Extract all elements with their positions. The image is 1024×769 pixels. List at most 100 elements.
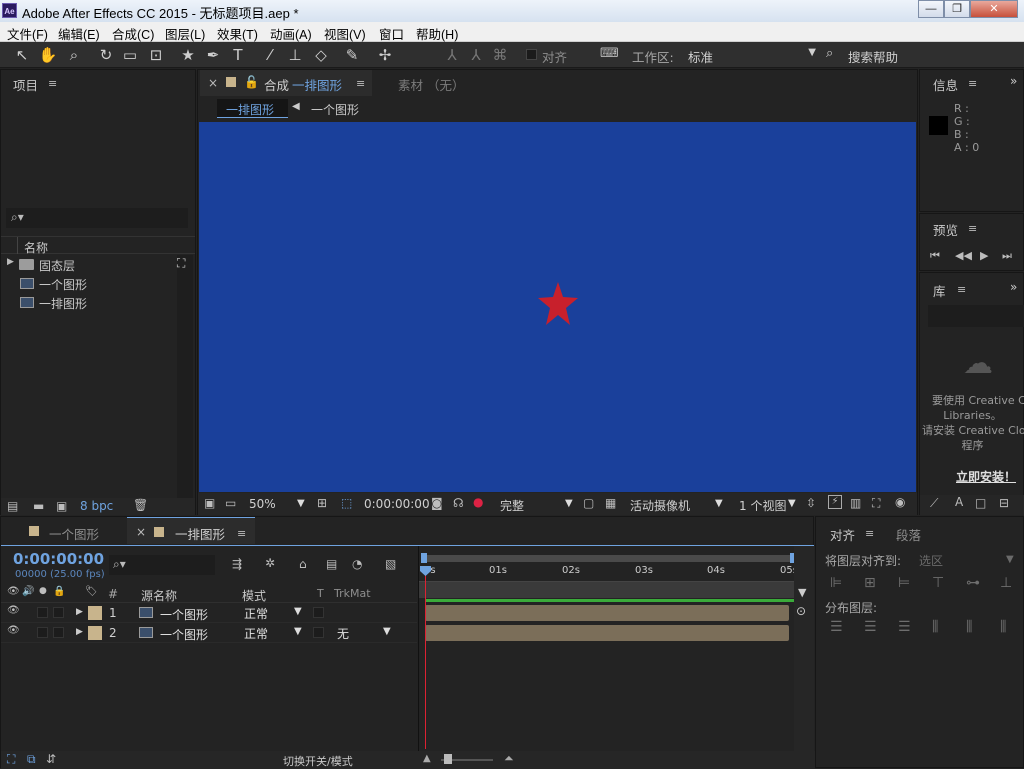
square-icon[interactable]: □: [975, 496, 986, 510]
pan-behind-tool-icon[interactable]: ⊡: [146, 45, 166, 65]
brush-icon[interactable]: ⟋: [930, 496, 938, 511]
views-dropdown[interactable]: 1 个视图: [739, 497, 786, 514]
lock-toggle[interactable]: [53, 607, 64, 618]
eye-icon[interactable]: 👁: [7, 586, 20, 597]
label-color-swatch[interactable]: [88, 606, 102, 620]
draft-3d-icon[interactable]: ✲: [265, 556, 275, 570]
search-help-input[interactable]: 搜索帮助: [848, 47, 898, 66]
text-icon[interactable]: A: [955, 495, 963, 509]
panel-menu-icon[interactable]: ≡: [237, 527, 246, 540]
in-out-icon[interactable]: ⇵: [46, 752, 56, 766]
distribute-right-icon[interactable]: ⫼: [1000, 619, 1006, 635]
always-preview-icon[interactable]: ▣: [204, 496, 215, 510]
axis-local-icon[interactable]: ⅄: [442, 45, 462, 65]
lock-toggle[interactable]: [53, 627, 64, 638]
layer-row[interactable]: 👁 ▶ 1 一个图形 正常 ▼: [1, 603, 417, 623]
eye-icon[interactable]: 👁: [7, 605, 20, 616]
library-icon[interactable]: ⊟: [999, 496, 1009, 510]
distribute-top-icon[interactable]: ☰: [830, 619, 843, 635]
menu-layer[interactable]: 图层(L): [165, 24, 205, 43]
info-tab[interactable]: 信息: [933, 75, 958, 94]
flowchart-icon[interactable]: ⛶: [177, 256, 185, 271]
solo-icon[interactable]: ●: [39, 586, 47, 596]
shy-layers-icon[interactable]: ⌂: [299, 557, 307, 571]
bit-depth-button[interactable]: 8 bpc: [80, 499, 113, 513]
lock-icon[interactable]: 🔓: [244, 75, 259, 89]
menu-animation[interactable]: 动画(A): [270, 24, 312, 43]
layer-mode-dropdown[interactable]: 正常: [244, 605, 268, 622]
panel-menu-icon[interactable]: ≡: [968, 77, 977, 90]
label-icon[interactable]: 🏷: [85, 586, 98, 597]
tab-close-icon[interactable]: ×: [208, 76, 218, 90]
panel-menu-icon[interactable]: ≡: [865, 527, 874, 540]
preserve-transparency-toggle[interactable]: [313, 627, 324, 638]
breadcrumb-active[interactable]: 一排图形: [217, 99, 288, 118]
install-now-link[interactable]: 立即安装！: [956, 468, 1016, 485]
align-horizontal-center-icon[interactable]: ⊞: [864, 575, 876, 591]
layer-duration-bar[interactable]: [425, 625, 789, 641]
layer-name[interactable]: 一个图形: [160, 626, 208, 643]
composition-viewer[interactable]: [199, 122, 916, 492]
preserve-transparency-toggle[interactable]: [313, 607, 324, 618]
resolution-icon[interactable]: ⊞: [317, 496, 327, 510]
type-tool-icon[interactable]: T: [228, 45, 248, 65]
color-channels-icon[interactable]: ●: [473, 495, 483, 509]
motion-blur-icon[interactable]: ◔: [352, 557, 362, 571]
footage-tab[interactable]: 素材 （无）: [398, 75, 464, 94]
t-column-header[interactable]: T: [317, 587, 324, 600]
zoom-out-icon[interactable]: ▲: [423, 753, 431, 764]
preview-tab[interactable]: 预览: [933, 220, 958, 239]
viewer-timecode[interactable]: 0:00:00:00: [364, 497, 430, 511]
project-scrollbar[interactable]: [177, 255, 193, 499]
interpret-footage-icon[interactable]: ▤: [7, 499, 18, 513]
expand-arrow-icon[interactable]: ▶: [7, 257, 14, 267]
toggle-switches-modes[interactable]: 切换开关/模式: [283, 753, 353, 769]
solo-toggle[interactable]: [37, 627, 48, 638]
solo-toggle[interactable]: [37, 607, 48, 618]
library-search[interactable]: [928, 305, 1024, 327]
number-column-header[interactable]: #: [108, 587, 118, 601]
first-frame-icon[interactable]: ⏮: [930, 249, 940, 263]
camera-dropdown[interactable]: 活动摄像机: [630, 497, 690, 514]
timeline-tab-2[interactable]: × 一排图形 ≡: [127, 517, 255, 544]
menu-view[interactable]: 视图(V): [324, 24, 366, 43]
new-comp-icon[interactable]: ▣: [56, 499, 67, 513]
shape-tool-icon[interactable]: ★: [178, 45, 198, 65]
layer-duration-bar[interactable]: [425, 605, 789, 621]
align-to-dropdown[interactable]: 选区: [919, 552, 943, 569]
flowchart-icon[interactable]: ⛶: [872, 496, 880, 511]
rotate-tool-icon[interactable]: ↻: [96, 45, 116, 65]
label-color-swatch[interactable]: [88, 626, 102, 640]
zoom-slider-handle[interactable]: [444, 754, 452, 764]
align-tab[interactable]: 对齐: [830, 525, 855, 544]
star-shape[interactable]: [538, 282, 578, 326]
align-right-icon[interactable]: ⊨: [898, 575, 910, 591]
menu-effect[interactable]: 效果(T): [217, 24, 258, 43]
minimize-button[interactable]: —: [918, 0, 944, 18]
paragraph-tab[interactable]: 段落: [896, 525, 921, 544]
menu-file[interactable]: 文件(F): [7, 24, 48, 43]
timeline-icon[interactable]: ▥: [850, 496, 861, 510]
switches-icon[interactable]: ⛶: [7, 752, 15, 767]
comp-button-icon[interactable]: ⊙: [796, 604, 806, 618]
overflow-icon[interactable]: »: [1010, 280, 1017, 294]
time-ruler[interactable]: 0s 01s 02s 03s 04s 05s: [419, 564, 798, 582]
distribute-bottom-icon[interactable]: ☰: [898, 619, 911, 635]
align-checkbox[interactable]: [526, 49, 537, 60]
close-button[interactable]: ✕: [970, 0, 1018, 18]
trash-icon[interactable]: 🗑: [133, 498, 148, 512]
workspace-dropdown[interactable]: 标准 ▼: [686, 45, 818, 65]
panel-menu-icon[interactable]: ≡: [957, 283, 966, 296]
hand-tool-icon[interactable]: ✋: [38, 45, 58, 65]
project-item-label[interactable]: 一个图形: [39, 276, 87, 293]
align-top-icon[interactable]: ⊤: [932, 575, 944, 591]
timeline-tab-1[interactable]: 一个图形: [49, 524, 99, 543]
timeline-search-input[interactable]: ⌕▾: [109, 555, 215, 575]
library-tab[interactable]: 库: [933, 281, 946, 300]
distribute-horizontal-center-icon[interactable]: ⫼: [966, 619, 972, 635]
project-tab[interactable]: 项目: [13, 75, 38, 94]
project-item-label[interactable]: 一排图形: [39, 295, 87, 312]
timeline-timecode[interactable]: 0:00:00:00: [13, 550, 104, 568]
lock-icon[interactable]: 🔒: [53, 586, 65, 597]
axis-world-icon[interactable]: ⅄: [466, 45, 486, 65]
